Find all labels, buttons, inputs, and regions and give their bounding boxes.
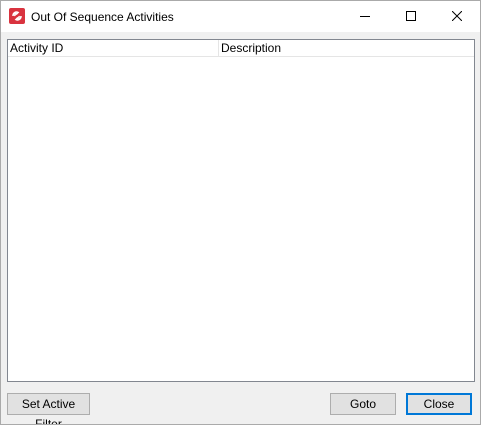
close-icon <box>452 11 462 21</box>
title-bar[interactable]: Out Of Sequence Activities <box>1 1 480 32</box>
set-active-filter-button[interactable]: Set Active Filter <box>7 393 90 424</box>
maximize-icon <box>406 11 416 21</box>
dialog-window: Out Of Sequence Activities Activity ID D… <box>0 0 481 425</box>
minimize-icon <box>360 16 370 17</box>
minimize-button[interactable] <box>342 1 388 32</box>
column-header-description[interactable]: Description <box>221 41 281 55</box>
list-header: Activity ID Description <box>8 40 474 57</box>
goto-button[interactable]: Goto <box>330 393 396 415</box>
close-window-button[interactable] <box>434 1 480 32</box>
activities-list[interactable]: Activity ID Description <box>7 39 475 382</box>
close-button[interactable]: Close <box>406 393 472 415</box>
maximize-button[interactable] <box>388 1 434 32</box>
window-title: Out Of Sequence Activities <box>31 10 174 24</box>
app-logo-icon <box>9 8 25 24</box>
column-divider[interactable] <box>218 40 219 56</box>
column-header-activity-id[interactable]: Activity ID <box>10 41 63 55</box>
